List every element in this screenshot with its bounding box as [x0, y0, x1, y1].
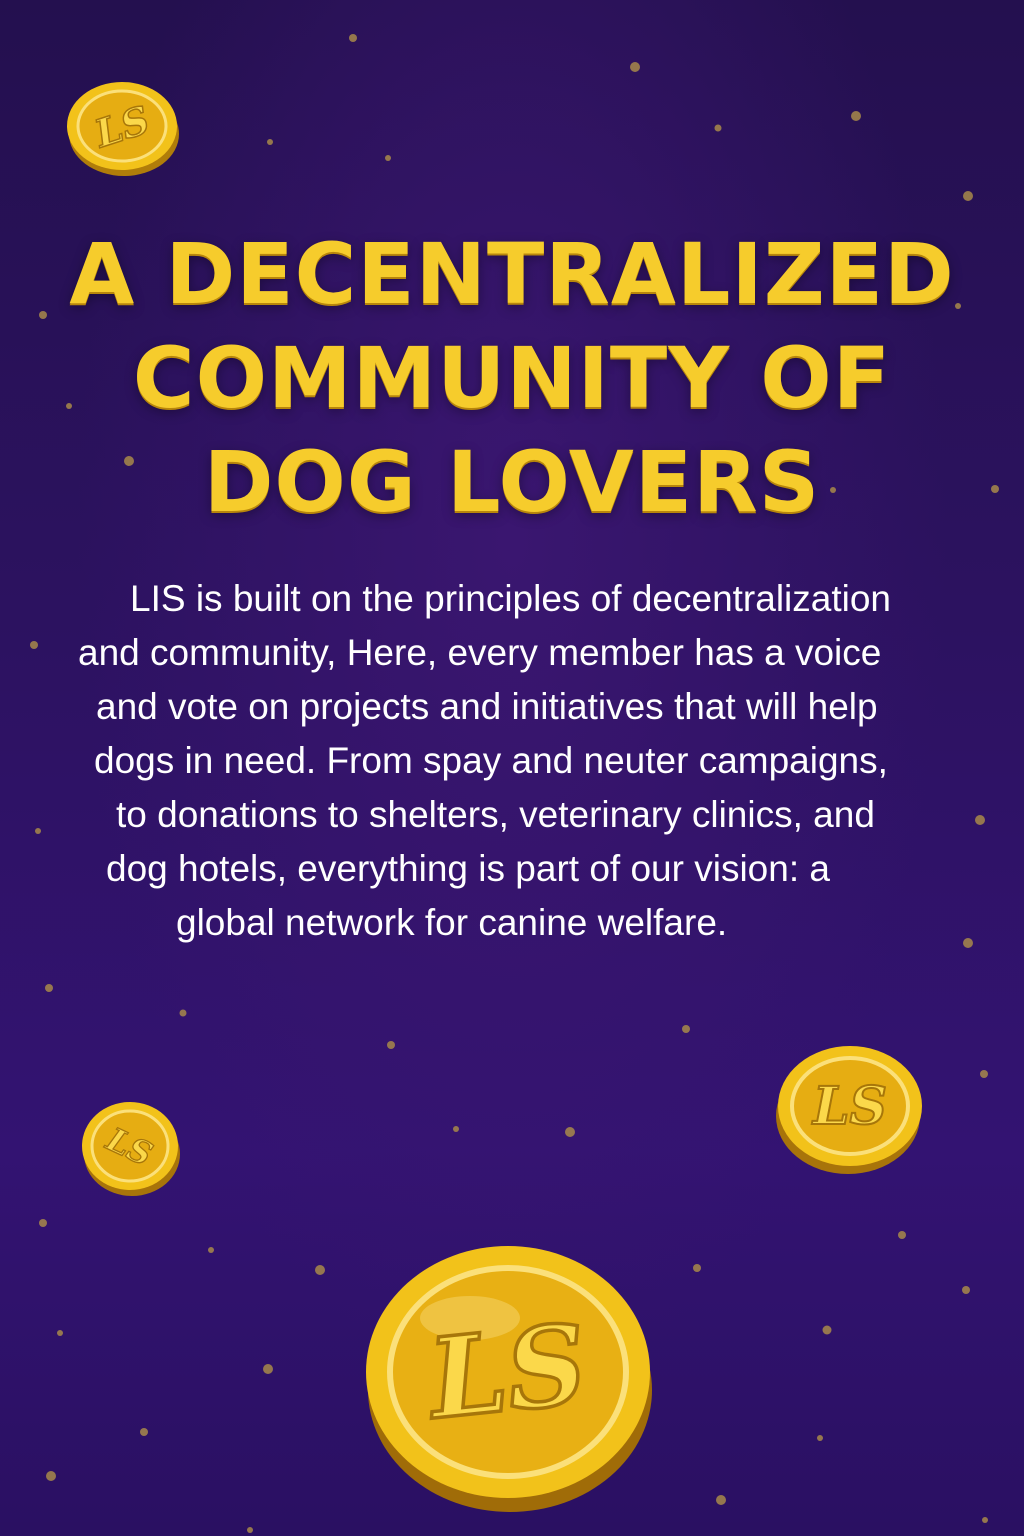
description-line: global network for canine welfare.: [176, 902, 728, 943]
description-line: to donations to shelters, veterinary cli…: [116, 794, 875, 835]
page-title-line-2: COMMUNITY OF: [132, 329, 892, 427]
description-line: LIS is built on the principles of decent…: [130, 578, 891, 619]
coin-label: LS: [811, 1076, 887, 1137]
description-paragraph: LIS is built on the principles of decent…: [60, 572, 980, 950]
gold-coin-icon: LS: [76, 1096, 184, 1200]
gold-coin-icon: LS: [360, 1238, 656, 1516]
coin-label: LS: [420, 1299, 592, 1444]
page-title: A DECENTRALIZED COMMUNITY OF DOG LOVERS: [40, 222, 984, 534]
gold-coin-icon: LS: [62, 78, 182, 178]
page-title-line-1: A DECENTRALIZED: [69, 225, 955, 323]
poster: A DECENTRALIZED COMMUNITY OF DOG LOVERS …: [0, 0, 1024, 1536]
description-line: and community, Here, every member has a …: [78, 632, 882, 673]
description-line: and vote on projects and initiatives tha…: [96, 686, 878, 727]
description-line: dog hotels, everything is part of our vi…: [106, 848, 830, 889]
description-line: dogs in need. From spay and neuter campa…: [94, 740, 888, 781]
gold-coin-icon: LS: [772, 1038, 928, 1176]
page-title-line-3: DOG LOVERS: [203, 433, 821, 531]
